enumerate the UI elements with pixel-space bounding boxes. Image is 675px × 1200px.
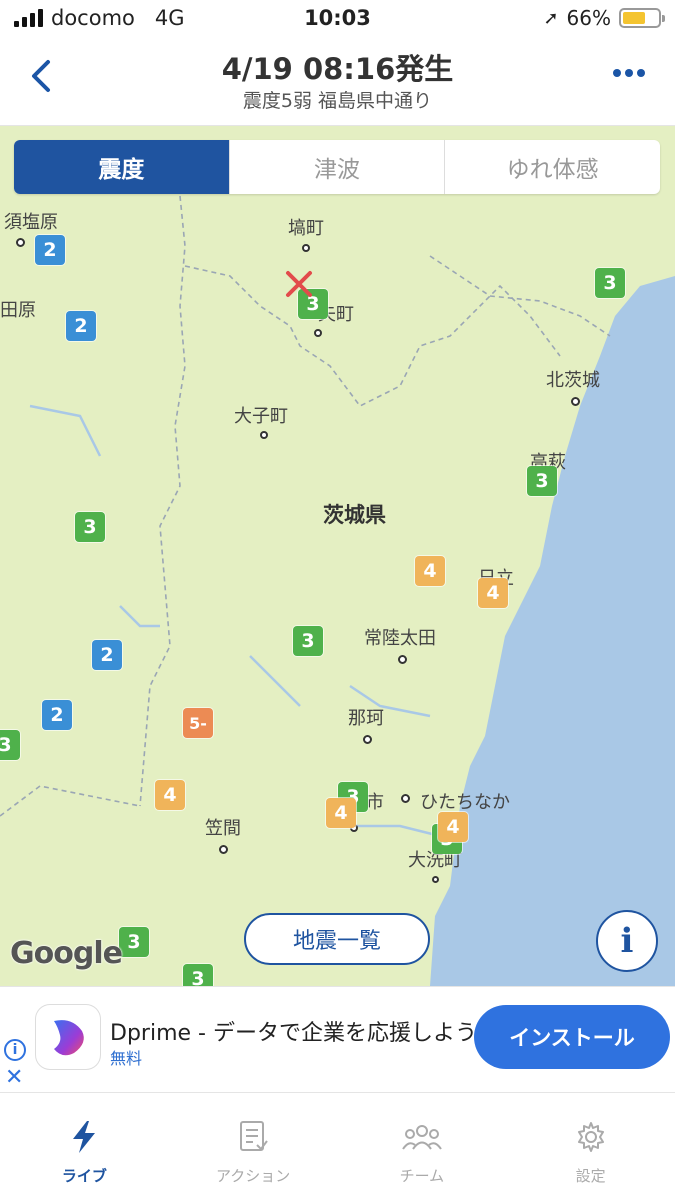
intensity-badge[interactable]: 4 bbox=[478, 578, 508, 608]
town-marker bbox=[363, 735, 372, 744]
tab-felt-report[interactable]: ゆれ体感 bbox=[444, 140, 660, 194]
town-marker bbox=[16, 238, 25, 247]
tab-settings[interactable]: 設定 bbox=[506, 1093, 675, 1200]
google-logo: Google bbox=[10, 936, 123, 971]
intensity-map[interactable]: 震度 津波 ゆれ体感 須塩原 塙町 田原 矢町 北茨城 大子町 高萩 茨城県 日… bbox=[0, 126, 675, 986]
intensity-badge[interactable]: 2 bbox=[42, 700, 72, 730]
epicenter-icon bbox=[284, 269, 314, 302]
town-marker bbox=[571, 397, 580, 406]
town-marker bbox=[219, 845, 228, 854]
earthquake-list-button[interactable]: 地震一覧 bbox=[244, 913, 430, 965]
place-label: 市 bbox=[366, 792, 384, 813]
info-button[interactable]: i bbox=[596, 910, 658, 972]
gear-icon bbox=[574, 1117, 608, 1157]
ad-price: 無料 bbox=[110, 1049, 143, 1068]
status-bar: docomo 4G 10:03 ➚ 66% bbox=[0, 0, 675, 40]
tab-team[interactable]: チーム bbox=[338, 1093, 507, 1200]
tab-label: ライブ bbox=[61, 1167, 107, 1185]
tab-intensity[interactable]: 震度 bbox=[14, 140, 229, 194]
town-marker bbox=[401, 794, 410, 803]
intensity-badge[interactable]: 4 bbox=[326, 798, 356, 828]
intensity-badge[interactable]: 3 bbox=[0, 730, 20, 760]
ad-app-name: Dprime - データで企業を応援しよう bbox=[110, 1021, 477, 1046]
ad-close-icon[interactable]: ✕ bbox=[5, 1065, 23, 1090]
more-options-icon[interactable] bbox=[611, 58, 647, 96]
place-label: 那珂 bbox=[348, 708, 384, 729]
town-marker bbox=[314, 329, 322, 337]
intensity-badge[interactable]: 3 bbox=[119, 927, 149, 957]
place-label: 須塩原 bbox=[4, 212, 58, 233]
page-subtitle: 震度5弱 福島県中通り bbox=[242, 90, 433, 112]
town-marker bbox=[260, 431, 268, 439]
nav-header: 4/19 08:16発生 震度5弱 福島県中通り bbox=[0, 40, 675, 126]
intensity-badge[interactable]: 5- bbox=[183, 708, 213, 738]
intensity-badge[interactable]: 3 bbox=[527, 466, 557, 496]
tab-label: 設定 bbox=[575, 1167, 606, 1185]
intensity-badge[interactable]: 3 bbox=[293, 626, 323, 656]
tab-action[interactable]: アクション bbox=[169, 1093, 338, 1200]
place-label: 大子町 bbox=[234, 406, 288, 427]
tab-tsunami[interactable]: 津波 bbox=[228, 140, 445, 194]
intensity-badge[interactable]: 2 bbox=[35, 235, 65, 265]
intensity-badge[interactable]: 3 bbox=[75, 512, 105, 542]
place-label: 笠間 bbox=[205, 818, 241, 839]
lightning-icon bbox=[69, 1117, 99, 1157]
location-arrow-icon: ➚ bbox=[543, 7, 559, 29]
intensity-badge[interactable]: 3 bbox=[595, 268, 625, 298]
map-mode-tabs: 震度 津波 ゆれ体感 bbox=[14, 140, 660, 194]
battery-percent: 66% bbox=[566, 6, 611, 30]
checklist-icon bbox=[237, 1117, 269, 1157]
town-marker bbox=[432, 876, 439, 883]
place-label: ひたちなか bbox=[420, 792, 510, 813]
intensity-badge[interactable]: 4 bbox=[438, 812, 468, 842]
prefecture-label: 茨城県 bbox=[323, 503, 386, 527]
tab-label: アクション bbox=[215, 1167, 291, 1185]
town-marker bbox=[398, 655, 407, 664]
ad-info-icon[interactable]: i bbox=[4, 1039, 26, 1061]
intensity-badge[interactable]: 4 bbox=[155, 780, 185, 810]
team-icon bbox=[401, 1117, 443, 1157]
battery-icon bbox=[619, 8, 665, 28]
town-marker bbox=[302, 244, 310, 252]
install-button[interactable]: インストール bbox=[474, 1005, 670, 1069]
map-base bbox=[0, 195, 675, 986]
page-title: 4/19 08:16発生 bbox=[221, 52, 454, 86]
place-label: 塙町 bbox=[288, 218, 324, 239]
app-logo-icon bbox=[36, 1005, 100, 1069]
intensity-badge[interactable]: 2 bbox=[66, 311, 96, 341]
ad-banner[interactable]: Dprime - データで企業を応援しよう 無料 インストール i ✕ bbox=[0, 986, 675, 1092]
tab-live[interactable]: ライブ bbox=[0, 1093, 169, 1200]
intensity-badge[interactable]: 4 bbox=[415, 556, 445, 586]
bottom-tab-bar: ライブ アクション チーム 設定 bbox=[0, 1092, 675, 1200]
intensity-badge[interactable]: 3 bbox=[183, 964, 213, 986]
place-label: 北茨城 bbox=[546, 370, 600, 391]
tab-label: チーム bbox=[399, 1167, 445, 1185]
place-label: 常陸太田 bbox=[364, 628, 436, 649]
place-label: 田原 bbox=[0, 300, 36, 321]
intensity-badge[interactable]: 2 bbox=[92, 640, 122, 670]
